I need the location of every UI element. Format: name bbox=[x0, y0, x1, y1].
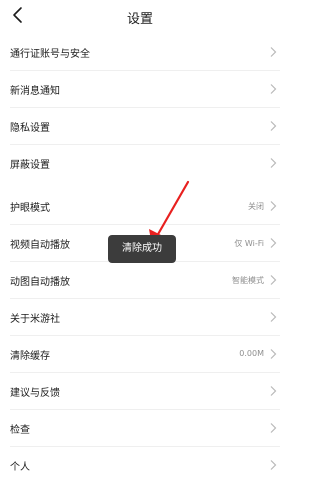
settings-row-account-security[interactable]: 通行证账号与安全 bbox=[0, 34, 280, 71]
row-label: 护眼模式 bbox=[10, 203, 50, 214]
settings-row-block[interactable]: 屏蔽设置 bbox=[0, 145, 280, 182]
row-label: 清除缓存 bbox=[10, 351, 50, 362]
chevron-right-icon bbox=[270, 275, 277, 285]
settings-row-gif-autoplay[interactable]: 动图自动播放 智能模式 bbox=[0, 262, 280, 299]
chevron-right-icon bbox=[270, 349, 277, 359]
row-value: 仅 Wi-Fi bbox=[234, 239, 264, 248]
settings-row-feedback[interactable]: 建议与反馈 bbox=[0, 373, 280, 410]
toast-message: 清除成功 bbox=[108, 235, 176, 263]
chevron-right-icon bbox=[270, 121, 277, 131]
row-label: 关于米游社 bbox=[10, 314, 60, 325]
row-label: 个人 bbox=[10, 462, 30, 473]
settings-row-clear-cache[interactable]: 清除缓存 0.00M bbox=[0, 336, 280, 373]
top-bar: 设置 bbox=[0, 0, 280, 34]
chevron-right-icon bbox=[270, 312, 277, 322]
row-label: 动图自动播放 bbox=[10, 277, 70, 288]
page-title: 设置 bbox=[126, 12, 153, 27]
row-label: 建议与反馈 bbox=[10, 388, 60, 399]
chevron-right-icon bbox=[270, 460, 277, 470]
row-label: 检查 bbox=[10, 425, 30, 436]
chevron-right-icon bbox=[270, 158, 277, 168]
chevron-right-icon bbox=[270, 47, 277, 57]
row-label: 屏蔽设置 bbox=[10, 160, 50, 171]
settings-row-eye-care[interactable]: 护眼模式 关闭 bbox=[0, 188, 280, 225]
row-label: 新消息通知 bbox=[10, 86, 60, 97]
settings-row-privacy[interactable]: 隐私设置 bbox=[0, 108, 280, 145]
settings-row-notifications[interactable]: 新消息通知 bbox=[0, 71, 280, 108]
settings-row-personal[interactable]: 个人 bbox=[0, 447, 280, 484]
chevron-right-icon bbox=[270, 201, 277, 211]
row-value: 智能模式 bbox=[232, 276, 264, 285]
chevron-right-icon bbox=[270, 423, 277, 433]
row-value: 关闭 bbox=[248, 202, 264, 211]
row-label: 通行证账号与安全 bbox=[10, 49, 90, 60]
chevron-right-icon bbox=[270, 238, 277, 248]
row-label: 视频自动播放 bbox=[10, 240, 70, 251]
row-value: 0.00M bbox=[239, 349, 264, 358]
settings-row-about[interactable]: 关于米游社 bbox=[0, 299, 280, 336]
settings-row-check-update[interactable]: 检查 bbox=[0, 410, 280, 447]
row-label: 隐私设置 bbox=[10, 123, 50, 134]
chevron-right-icon bbox=[270, 386, 277, 396]
chevron-right-icon bbox=[270, 84, 277, 94]
